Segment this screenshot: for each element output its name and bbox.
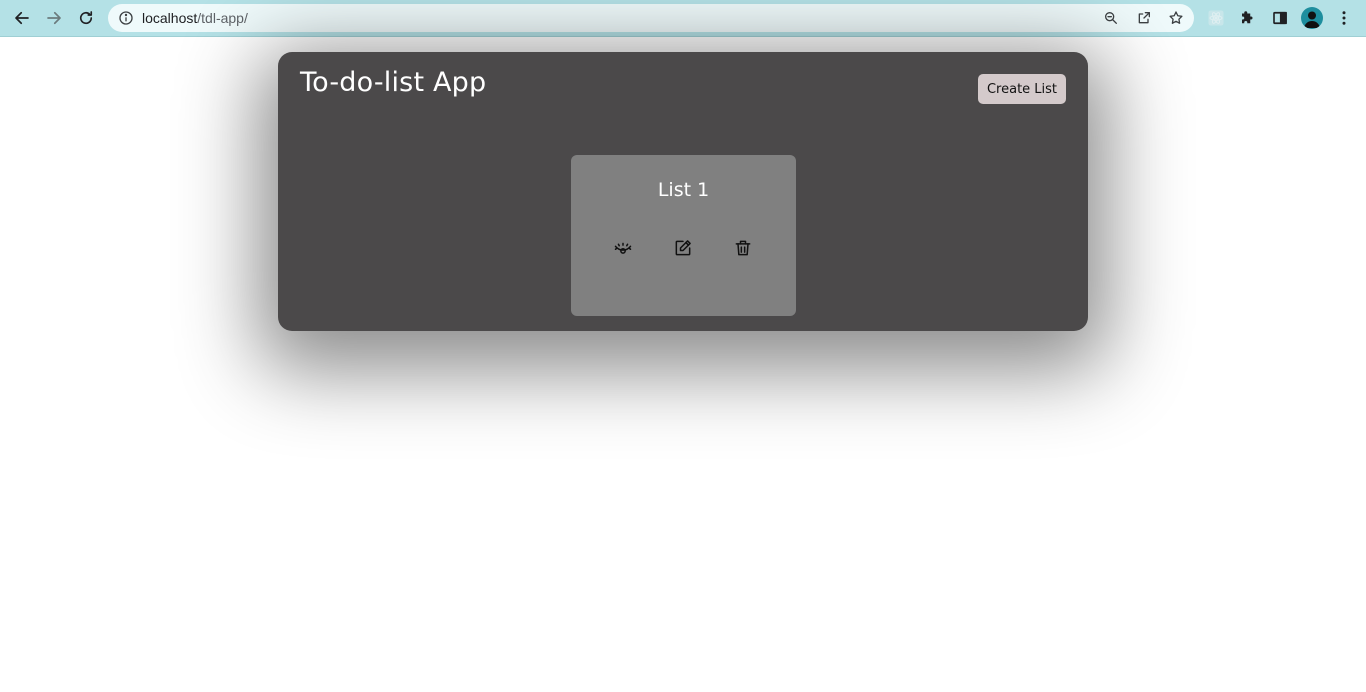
delete-list-button[interactable] bbox=[732, 237, 754, 259]
back-button[interactable] bbox=[10, 6, 34, 30]
share-icon bbox=[1138, 12, 1150, 24]
react-devtools-icon bbox=[1208, 10, 1224, 26]
browser-toolbar: localhost/tdl-app/ bbox=[0, 0, 1366, 37]
info-icon[interactable] bbox=[118, 10, 134, 26]
side-panel-button[interactable] bbox=[1269, 7, 1291, 29]
url-path: /tdl-app/ bbox=[197, 10, 248, 26]
profile-avatar[interactable] bbox=[1301, 7, 1323, 29]
arrow-right-icon bbox=[47, 11, 61, 25]
view-icon bbox=[614, 242, 632, 254]
forward-button[interactable] bbox=[42, 6, 66, 30]
app-container: To-do-list App Create List List 1 bbox=[278, 52, 1088, 331]
zoom-icon bbox=[1105, 11, 1117, 24]
reload-button[interactable] bbox=[74, 6, 98, 30]
edit-list-button[interactable] bbox=[672, 237, 694, 259]
reload-icon bbox=[79, 11, 93, 25]
share-button[interactable] bbox=[1135, 9, 1153, 27]
kebab-menu-icon bbox=[1342, 11, 1346, 25]
url-text: localhost/tdl-app/ bbox=[142, 10, 248, 26]
create-list-button[interactable]: Create List bbox=[978, 74, 1066, 104]
star-icon bbox=[1169, 11, 1183, 24]
zoom-button[interactable] bbox=[1102, 9, 1120, 27]
url-host: localhost bbox=[142, 10, 198, 26]
bookmark-button[interactable] bbox=[1167, 9, 1185, 27]
side-panel-icon bbox=[1273, 11, 1287, 25]
list-card: List 1 bbox=[571, 155, 796, 316]
view-list-button[interactable] bbox=[612, 237, 634, 259]
browser-menu-button[interactable] bbox=[1333, 7, 1355, 29]
address-bar[interactable]: localhost/tdl-app/ bbox=[108, 4, 1194, 32]
trash-icon bbox=[735, 240, 751, 256]
react-devtools-extension[interactable] bbox=[1205, 7, 1227, 29]
extensions-button[interactable] bbox=[1237, 7, 1259, 29]
avatar-icon bbox=[1304, 11, 1320, 28]
puzzle-icon bbox=[1242, 11, 1253, 24]
edit-icon bbox=[675, 240, 691, 256]
app-title: To-do-list App bbox=[300, 67, 487, 98]
list-title: List 1 bbox=[657, 179, 710, 201]
arrow-left-icon bbox=[15, 11, 29, 25]
